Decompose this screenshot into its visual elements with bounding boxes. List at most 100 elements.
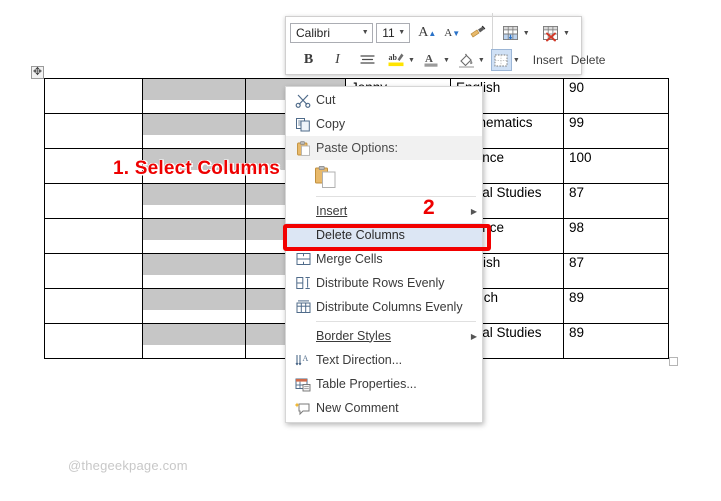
scissors-icon [290, 93, 316, 108]
table-cell-score[interactable]: 87 [564, 184, 669, 219]
context-menu-item-cut[interactable]: Cut [286, 88, 482, 112]
chevron-down-icon[interactable]: ▼ [443, 57, 450, 64]
table-cell-name[interactable] [45, 289, 143, 324]
context-menu-label: Text Direction... [316, 353, 482, 368]
new-comment-icon [290, 401, 316, 416]
table-cell-selected[interactable] [143, 324, 246, 359]
delete-label[interactable]: Delete [567, 53, 610, 67]
text-highlight-button[interactable]: ab [386, 49, 407, 71]
context-menu-label: Delete Columns [316, 228, 482, 243]
context-menu-label: Copy [316, 117, 482, 132]
borders-icon [494, 54, 508, 67]
context-menu-label: Cut [316, 93, 482, 108]
chevron-down-icon[interactable]: ▼ [358, 24, 372, 42]
merge-cells-glyph [296, 252, 311, 266]
context-menu-label: Table Properties... [316, 377, 482, 392]
table-cell-name[interactable] [45, 184, 143, 219]
context-menu-item-merge-cells[interactable]: Merge Cells [286, 247, 482, 271]
insert-table-button[interactable]: ▼ [497, 25, 537, 42]
shrink-font-button[interactable]: A▼ [442, 22, 463, 44]
table-cell-score[interactable]: 90 [564, 79, 669, 114]
align-lines-glyph [360, 54, 375, 66]
table-cell-name[interactable] [45, 114, 143, 149]
context-menu-paste-gallery[interactable] [286, 160, 482, 194]
table-cell-selected[interactable] [143, 219, 246, 254]
table-cell-selected[interactable] [143, 289, 246, 324]
shading-bucket-icon [458, 52, 475, 68]
borders-button[interactable] [491, 49, 512, 71]
insert-table-icon [502, 25, 521, 42]
table-cell-score[interactable]: 100 [564, 149, 669, 184]
context-menu-divider [316, 196, 476, 197]
distribute-columns-icon [290, 300, 316, 314]
table-context-menu[interactable]: Cut Copy Paste Options: [285, 86, 483, 423]
new-comment-glyph [295, 401, 311, 416]
svg-text:A: A [425, 53, 433, 65]
table-resize-handle[interactable] [669, 357, 678, 366]
chevron-down-icon[interactable]: ▼ [513, 57, 520, 64]
copy-glyph [295, 117, 311, 132]
submenu-arrow-icon: ▶ [466, 332, 482, 341]
table-cell-score[interactable]: 89 [564, 289, 669, 324]
caret-down-icon: ▼ [452, 29, 460, 38]
format-painter-icon[interactable] [467, 22, 488, 44]
scissors-glyph [295, 93, 311, 108]
paragraph-styles-icon[interactable] [357, 49, 378, 71]
delete-table-button[interactable]: ▼ [537, 25, 577, 42]
distribute-rows-glyph [296, 276, 311, 290]
table-cell-name[interactable] [45, 324, 143, 359]
chevron-down-icon[interactable]: ▼ [395, 24, 409, 42]
italic-button[interactable]: I [327, 49, 348, 71]
table-cell-score[interactable]: 89 [564, 324, 669, 359]
merge-cells-icon [290, 252, 316, 266]
table-cell-score[interactable]: 98 [564, 219, 669, 254]
table-cell-selected[interactable] [143, 184, 246, 219]
font-color-button[interactable]: A [421, 49, 442, 71]
context-menu-item-distribute-columns[interactable]: Distribute Columns Evenly [286, 295, 482, 319]
table-cell-name-header[interactable] [45, 79, 143, 114]
table-cell-name[interactable] [45, 219, 143, 254]
table-cell-score[interactable]: 99 [564, 114, 669, 149]
table-cell-selected[interactable] [143, 114, 246, 149]
context-menu-label: Distribute Rows Evenly [316, 276, 482, 291]
chevron-down-icon[interactable]: ▼ [522, 30, 531, 37]
table-cell-selected[interactable] [143, 79, 246, 114]
table-cell-score[interactable]: 87 [564, 254, 669, 289]
context-menu-item-text-direction[interactable]: A Text Direction... [286, 348, 482, 372]
context-menu-item-delete-columns[interactable]: Delete Columns [286, 223, 482, 247]
context-menu-item-insert[interactable]: Insert ▶ [286, 199, 482, 223]
submenu-arrow-icon: ▶ [466, 207, 482, 216]
context-menu-item-new-comment[interactable]: New Comment [286, 396, 482, 420]
table-cell-selected[interactable] [143, 254, 246, 289]
text-highlight-icon: ab [388, 52, 405, 68]
font-name-value: Calibri [291, 24, 358, 42]
context-menu-item-border-styles[interactable]: Border Styles ▶ [286, 324, 482, 348]
chevron-down-icon[interactable]: ▼ [562, 30, 571, 37]
shading-button[interactable] [456, 49, 477, 71]
chevron-down-icon[interactable]: ▼ [478, 57, 485, 64]
context-menu-paste-options-header: Paste Options: [286, 136, 482, 160]
table-move-handle-icon[interactable]: ✥ [31, 66, 44, 79]
mini-toolbar-row-top: Calibri ▼ 11 ▼ A▲ A▼ [286, 19, 581, 47]
bold-label: B [304, 52, 313, 68]
watermark: @thegeekpage.com [68, 458, 188, 473]
clipboard-glyph [295, 141, 311, 156]
chevron-down-icon[interactable]: ▼ [408, 57, 415, 64]
paste-keep-source-icon[interactable] [314, 165, 337, 189]
table-cell-name[interactable] [45, 254, 143, 289]
context-menu-item-table-properties[interactable]: Table Properties... [286, 372, 482, 396]
annotation-step-2-label: 2 [423, 197, 435, 218]
toolbar-divider [492, 13, 493, 53]
context-menu-item-copy[interactable]: Copy [286, 112, 482, 136]
context-menu-item-distribute-rows[interactable]: Distribute Rows Evenly [286, 271, 482, 295]
text-direction-glyph: A [295, 353, 311, 368]
text-direction-icon: A [290, 353, 316, 368]
mini-formatting-toolbar[interactable]: Calibri ▼ 11 ▼ A▲ A▼ [285, 16, 582, 75]
insert-label[interactable]: Insert [529, 53, 567, 67]
font-size-value: 11 [377, 24, 394, 42]
svg-text:A: A [303, 354, 309, 363]
font-name-combobox[interactable]: Calibri ▼ [290, 23, 373, 43]
grow-font-button[interactable]: A▲ [417, 22, 438, 44]
font-size-combobox[interactable]: 11 ▼ [376, 23, 409, 43]
bold-button[interactable]: B [298, 49, 319, 71]
